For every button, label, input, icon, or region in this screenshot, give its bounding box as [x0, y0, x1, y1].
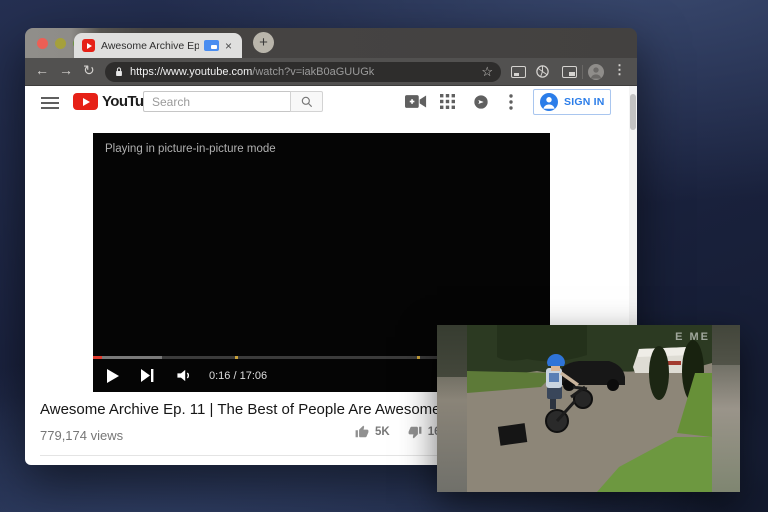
view-count: 779,174 views	[40, 428, 124, 443]
more-options-icon[interactable]	[509, 94, 513, 115]
pip-watermark: E ME	[675, 331, 710, 343]
youtube-play-icon	[73, 93, 98, 110]
upload-video-icon[interactable]	[405, 94, 427, 114]
browser-toolbar: ← → ↻ https://www.youtube.com/watch?v=ia…	[25, 58, 637, 86]
play-button[interactable]	[107, 368, 119, 383]
profile-avatar-icon[interactable]	[588, 64, 604, 80]
youtube-favicon-icon	[82, 39, 95, 52]
pip-mode-message: Playing in picture-in-picture mode	[105, 143, 276, 155]
thumbs-down-icon[interactable]	[408, 425, 422, 439]
desktop-wallpaper: { "window": { "tab": { "title_prefix": "…	[0, 0, 768, 512]
next-button[interactable]	[141, 369, 154, 382]
forward-icon[interactable]: →	[59, 62, 73, 78]
url-text: https://www.youtube.com/watch?v=iakB0aGU…	[130, 66, 375, 78]
search-button[interactable]	[290, 91, 323, 112]
like-dislike-row: 5K 163	[355, 425, 447, 439]
apps-grid-icon[interactable]	[440, 94, 455, 114]
extension-pip-icon[interactable]	[562, 66, 577, 78]
browser-tab[interactable]: Awesome Archive Ep. 11 | T ×	[74, 33, 242, 58]
bookmark-star-icon[interactable]: ☆	[481, 64, 493, 80]
pip-video-frame	[437, 325, 740, 492]
lock-icon	[114, 66, 124, 78]
pip-indicator-icon	[204, 40, 219, 51]
reload-icon[interactable]: ↻	[83, 62, 95, 79]
time-display: 0:16 / 17:06	[209, 369, 268, 382]
tab-close-icon[interactable]: ×	[225, 40, 232, 52]
traffic-close-button[interactable]	[37, 38, 48, 49]
sign-in-button[interactable]: SIGN IN	[533, 89, 611, 115]
new-tab-button[interactable]: +	[253, 32, 274, 53]
pip-window[interactable]: E ME	[437, 325, 740, 492]
sign-in-label: SIGN IN	[564, 96, 605, 108]
traffic-minimize-button[interactable]	[55, 38, 66, 49]
tab-strip: Awesome Archive Ep. 11 | T × +	[25, 28, 637, 58]
browser-menu-icon[interactable]: ⋮	[613, 62, 626, 78]
extension-shutter-icon[interactable]	[535, 64, 550, 84]
volume-icon[interactable]	[176, 368, 193, 383]
back-icon[interactable]: ←	[35, 62, 49, 78]
search-icon	[300, 95, 314, 109]
messages-icon[interactable]	[473, 94, 489, 115]
tab-title: Awesome Archive Ep. 11 | T	[101, 39, 199, 52]
extension-window-icon[interactable]	[511, 66, 526, 78]
address-bar[interactable]: https://www.youtube.com/watch?v=iakB0aGU…	[105, 62, 501, 82]
thumbs-up-icon[interactable]	[355, 425, 369, 439]
sign-in-avatar-icon	[540, 93, 558, 111]
scrollbar-thumb[interactable]	[630, 94, 636, 130]
search-input[interactable]	[143, 91, 290, 112]
like-count: 5K	[375, 426, 390, 438]
guide-menu-icon[interactable]	[41, 97, 59, 112]
toolbar-separator	[582, 65, 583, 79]
